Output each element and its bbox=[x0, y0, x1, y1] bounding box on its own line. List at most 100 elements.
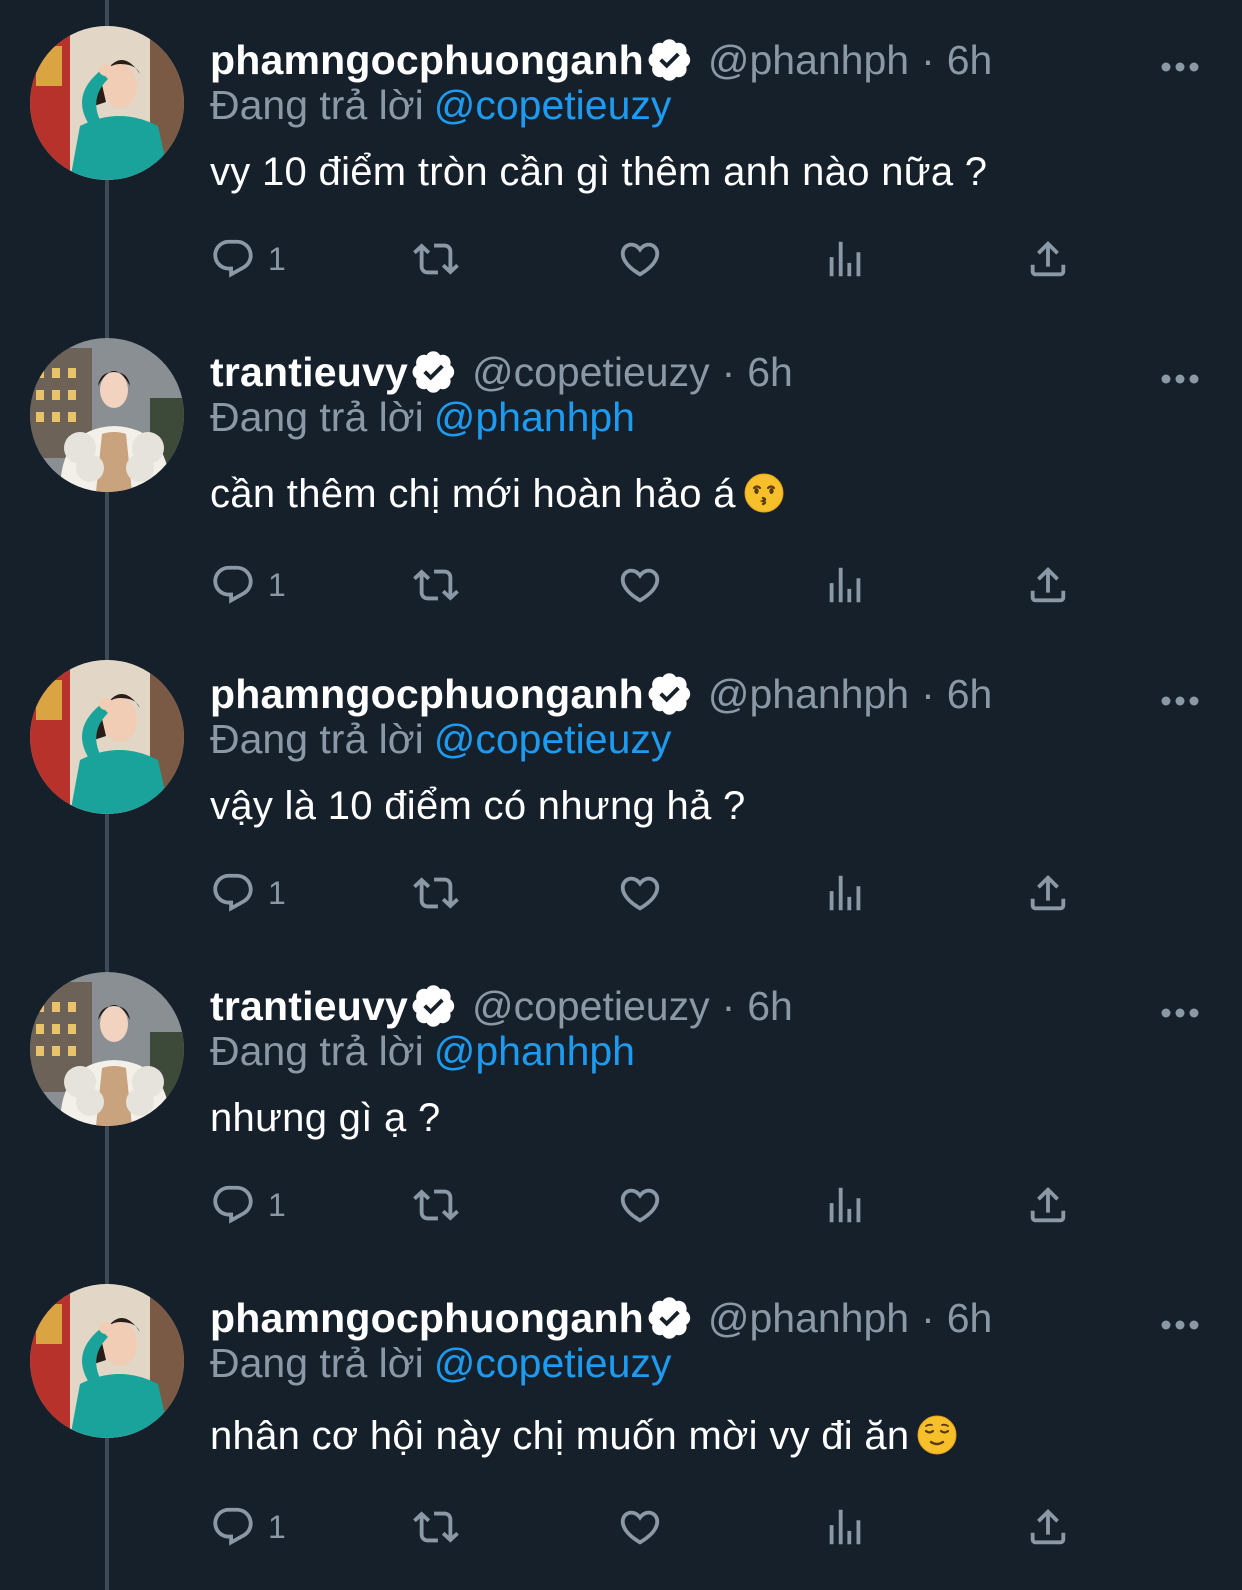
author-name[interactable]: trantieuvy bbox=[210, 983, 408, 1030]
share-button[interactable] bbox=[1025, 234, 1071, 284]
share-button[interactable] bbox=[1025, 1502, 1071, 1552]
views-chart-icon bbox=[829, 241, 861, 277]
tweet-text: cần thêm chị mới hoàn hảo á bbox=[210, 472, 784, 517]
author-handle[interactable]: @copetieuzy bbox=[472, 349, 710, 396]
more-options-icon[interactable] bbox=[1160, 694, 1200, 706]
retweet-button[interactable] bbox=[413, 560, 459, 610]
share-button[interactable] bbox=[1025, 1180, 1071, 1230]
like-button[interactable] bbox=[617, 1502, 663, 1552]
reply-button[interactable]: 1 bbox=[210, 234, 286, 284]
reply-button[interactable]: 1 bbox=[210, 1502, 286, 1552]
tweet-text: vy 10 điểm tròn cần gì thêm anh nào nữa … bbox=[210, 150, 987, 195]
heart-icon bbox=[620, 1188, 660, 1223]
share-button[interactable] bbox=[1025, 560, 1071, 610]
tweet-text-content: cần thêm chị mới hoàn hảo á bbox=[210, 472, 736, 516]
replying-to-label: Đang trả lời bbox=[210, 1340, 424, 1386]
like-button[interactable] bbox=[617, 868, 663, 918]
retweet-button[interactable] bbox=[413, 234, 459, 284]
avatar[interactable] bbox=[30, 338, 184, 492]
avatar-woman-teal-dress-image bbox=[30, 1284, 184, 1438]
reply-button[interactable]: 1 bbox=[210, 1180, 286, 1230]
tweet-text: vậy là 10 điểm có nhưng hả ? bbox=[210, 784, 746, 829]
more-options-icon[interactable] bbox=[1160, 1318, 1200, 1330]
retweet-button[interactable] bbox=[413, 868, 459, 918]
author-name[interactable]: phamngocphuonganh bbox=[210, 671, 644, 718]
reply-context: Đang trả lời @copetieuzy bbox=[210, 716, 671, 763]
timestamp[interactable]: 6h bbox=[747, 349, 793, 396]
timestamp[interactable]: 6h bbox=[947, 37, 993, 84]
avatar[interactable] bbox=[30, 26, 184, 180]
views-chart-icon bbox=[829, 875, 861, 911]
reply-context: Đang trả lời @phanhph bbox=[210, 1028, 635, 1075]
reply-button[interactable]: 1 bbox=[210, 560, 286, 610]
tweet-text: nhân cơ hội này chị muốn mời vy đi ăn bbox=[210, 1414, 957, 1459]
avatar[interactable] bbox=[30, 1284, 184, 1438]
tweet-actions: 1 bbox=[210, 1502, 1110, 1552]
author-name[interactable]: phamngocphuonganh bbox=[210, 1295, 644, 1342]
reply-count: 1 bbox=[268, 240, 286, 277]
avatar[interactable] bbox=[30, 660, 184, 814]
replying-to-label: Đang trả lời bbox=[210, 394, 424, 440]
more-options-icon[interactable] bbox=[1160, 60, 1200, 72]
author-handle[interactable]: @copetieuzy bbox=[472, 983, 710, 1030]
reply-context: Đang trả lời @phanhph bbox=[210, 394, 635, 441]
views-button[interactable] bbox=[822, 1502, 868, 1552]
mention-link[interactable]: @copetieuzy bbox=[434, 1340, 672, 1386]
views-button[interactable] bbox=[822, 1180, 868, 1230]
reply-icon bbox=[213, 239, 253, 278]
mention-link[interactable]: @phanhph bbox=[434, 1028, 635, 1074]
tweet-text: nhưng gì ạ ? bbox=[210, 1096, 441, 1141]
relieved-face-emoji bbox=[917, 1415, 957, 1455]
views-chart-icon bbox=[829, 1187, 861, 1223]
verified-badge-icon bbox=[648, 1297, 691, 1339]
replying-to-label: Đang trả lời bbox=[210, 716, 424, 762]
author-handle[interactable]: @phanhph bbox=[708, 37, 909, 84]
separator-dot: · bbox=[921, 36, 935, 83]
author-name[interactable]: phamngocphuonganh bbox=[210, 37, 644, 84]
tweet-text-content: nhưng gì ạ ? bbox=[210, 1096, 441, 1140]
tweet-text-content: vậy là 10 điểm có nhưng hả ? bbox=[210, 784, 746, 828]
avatar-woman-white-fur-image bbox=[30, 338, 184, 492]
tweet-actions: 1 bbox=[210, 560, 1110, 610]
more-options-icon[interactable] bbox=[1160, 372, 1200, 384]
timestamp[interactable]: 6h bbox=[947, 671, 993, 718]
reply-icon bbox=[213, 1185, 253, 1224]
views-button[interactable] bbox=[822, 868, 868, 918]
mention-link[interactable]: @copetieuzy bbox=[434, 82, 672, 128]
reply-button[interactable]: 1 bbox=[210, 868, 286, 918]
share-button[interactable] bbox=[1025, 868, 1071, 918]
reply-context: Đang trả lời @copetieuzy bbox=[210, 82, 671, 129]
author-handle[interactable]: @phanhph bbox=[708, 1295, 909, 1342]
retweet-button[interactable] bbox=[413, 1180, 459, 1230]
separator-dot: · bbox=[921, 670, 935, 717]
retweet-icon bbox=[413, 569, 459, 601]
like-button[interactable] bbox=[617, 234, 663, 284]
retweet-icon bbox=[413, 1189, 459, 1221]
separator-dot: · bbox=[721, 348, 736, 395]
retweet-icon bbox=[413, 243, 459, 275]
reply-context: Đang trả lời @copetieuzy bbox=[210, 1340, 671, 1387]
timestamp[interactable]: 6h bbox=[947, 1295, 993, 1342]
mention-link[interactable]: @phanhph bbox=[434, 394, 635, 440]
author-name[interactable]: trantieuvy bbox=[210, 349, 408, 396]
tweet-header: phamngocphuonganh @phanhph · 6h bbox=[210, 1292, 992, 1344]
author-handle[interactable]: @phanhph bbox=[708, 671, 909, 718]
retweet-button[interactable] bbox=[413, 1502, 459, 1552]
reply-count: 1 bbox=[268, 1508, 286, 1545]
retweet-icon bbox=[413, 1511, 459, 1543]
verified-badge-icon bbox=[648, 673, 691, 715]
more-options-icon[interactable] bbox=[1160, 1006, 1200, 1018]
like-button[interactable] bbox=[617, 560, 663, 610]
share-icon bbox=[1030, 1186, 1066, 1223]
avatar-woman-white-fur-image bbox=[30, 972, 184, 1126]
tweet-text-content: vy 10 điểm tròn cần gì thêm anh nào nữa … bbox=[210, 150, 988, 194]
tweet-header: phamngocphuonganh @phanhph · 6h bbox=[210, 34, 992, 86]
like-button[interactable] bbox=[617, 1180, 663, 1230]
views-button[interactable] bbox=[822, 234, 868, 284]
mention-link[interactable]: @copetieuzy bbox=[434, 716, 672, 762]
tweet-actions: 1 bbox=[210, 1180, 1110, 1230]
views-button[interactable] bbox=[822, 560, 868, 610]
timestamp[interactable]: 6h bbox=[747, 983, 793, 1030]
avatar[interactable] bbox=[30, 972, 184, 1126]
share-icon bbox=[1030, 566, 1066, 603]
